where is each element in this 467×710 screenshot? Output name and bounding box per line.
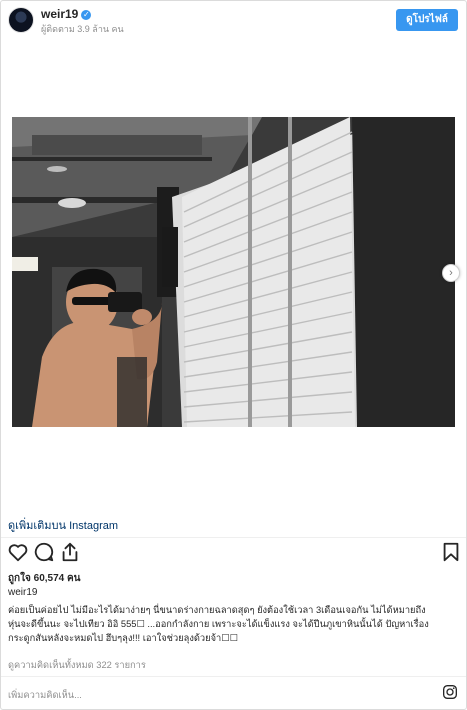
username-link[interactable]: weir19 ✓ [41,7,92,21]
caption-line: กระดูกสันหลังจะหมดไป ฮึบๆลุง!!! เอาใจช่ว… [8,633,238,643]
verified-badge-icon: ✓ [81,10,92,20]
post-photo[interactable] [12,117,455,427]
action-bar [1,541,466,569]
avatar[interactable] [8,7,34,33]
username-text[interactable]: weir19 [41,7,78,21]
add-comment-link[interactable]: เพิ่มความคิดเห็น... [8,688,82,703]
share-icon[interactable] [59,541,81,563]
post-caption: ค่อยเป็นค่อยไป ไม่มีอะไรได้มาง่ายๆ นี่ขน… [8,603,458,645]
instagram-icon[interactable] [442,684,458,700]
instagram-embed-card: weir19✓ ผู้ติดตาม 3.9 ล้าน คน ดูโปรไฟล์ [0,0,467,710]
heart-icon[interactable] [7,541,29,563]
view-more-on-instagram-link[interactable]: ดูเพิ่มเติมบน Instagram [8,516,118,534]
next-photo-button[interactable]: › [442,264,460,282]
bookmark-icon[interactable] [440,541,462,563]
follower-count: ผู้ติดตาม 3.9 ล้าน คน [41,24,124,34]
comment-icon[interactable] [33,541,55,563]
view-all-comments-link[interactable]: ดูความคิดเห็นทั้งหมด 322 รายการ [8,658,146,673]
view-profile-button[interactable]: ดูโปรไฟล์ [396,9,458,31]
post-header: weir19 ✓ ผู้ติดตาม 3.9 ล้าน คน ดูโปรไฟล์ [1,1,466,41]
divider [1,537,466,538]
caption-line: หุ่นจะดีขึ้นนะ จะไปเทียว อิอิ 555☐ ...ออ… [8,619,429,629]
chevron-right-icon: › [449,267,453,279]
like-count[interactable]: ถูกใจ 60,574 คน [8,571,81,586]
owner-username[interactable]: weir19 [8,587,37,598]
gym-mirror-selfie-image [12,117,455,427]
caption-line: ค่อยเป็นค่อยไป ไม่มีอะไรได้มาง่ายๆ นี่ขน… [8,605,426,615]
divider [1,676,466,677]
